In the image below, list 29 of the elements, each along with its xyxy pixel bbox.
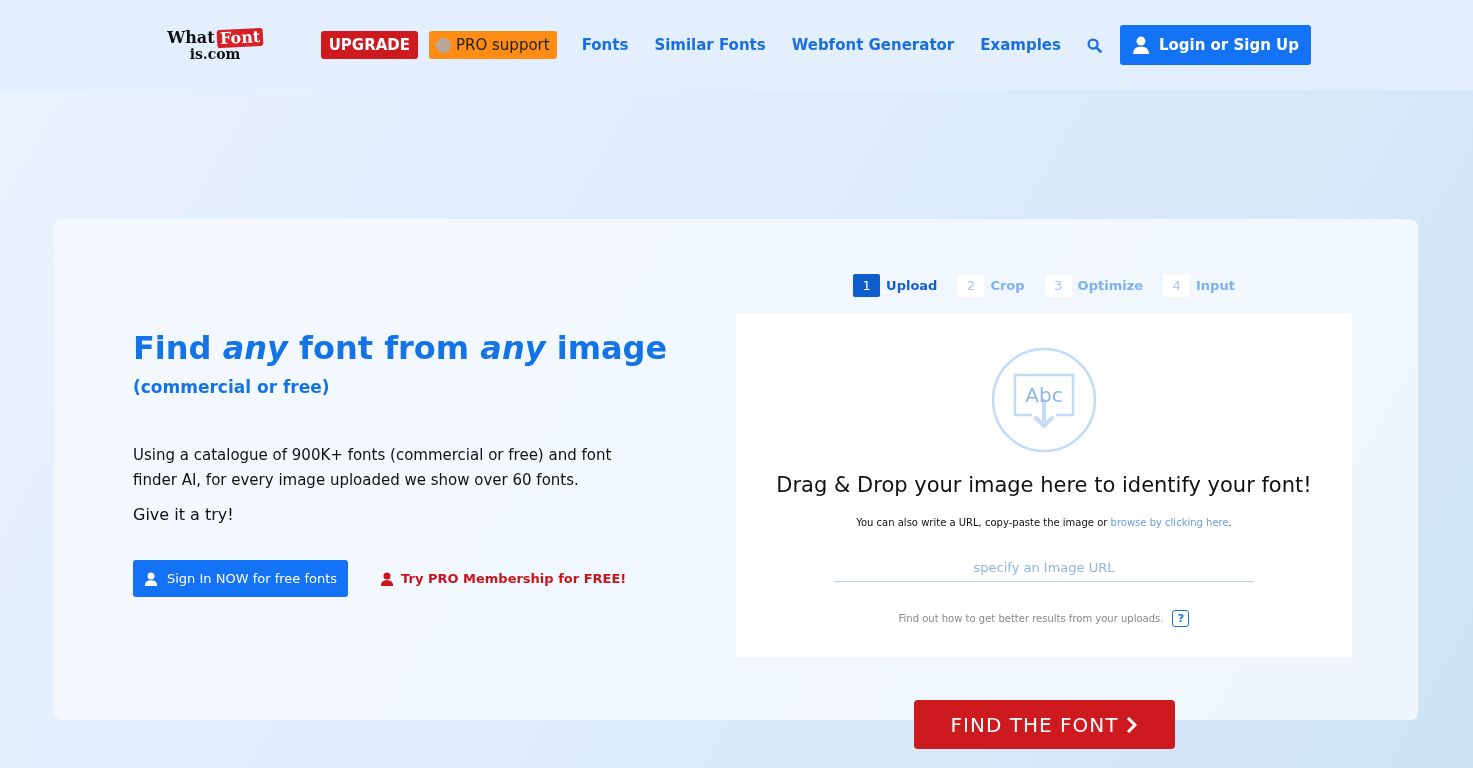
nav-link[interactable]: Similar Fonts bbox=[654, 36, 766, 54]
headline: Find any font from any image bbox=[133, 329, 669, 367]
description: Using a catalogue of 900K+ fonts (commercial or free) and font finder AI, for every image uploaded we show over 60 fonts. bbox=[133, 445, 613, 491]
try-pro-link[interactable]: Try PRO Membership for FREE! bbox=[380, 571, 627, 586]
help-button[interactable]: ? bbox=[1172, 610, 1190, 627]
sign-in-button[interactable]: Sign In NOW for free fonts bbox=[133, 560, 349, 597]
nav-link[interactable]: Examples bbox=[980, 36, 1061, 54]
pro-support-button[interactable]: PRO support bbox=[429, 31, 557, 59]
user-icon bbox=[1131, 36, 1150, 54]
drop-title: Drag & Drop your image here to identify your font! bbox=[776, 473, 1312, 497]
chevron-icon bbox=[1126, 715, 1139, 734]
tips-text: Find out how to get better results from your uploads. bbox=[898, 613, 1164, 624]
upload-icon: Abc bbox=[991, 347, 1097, 453]
step-tab[interactable]: 1 Upload bbox=[853, 274, 938, 297]
url-field[interactable]: specify an Image URL bbox=[834, 554, 1254, 582]
nav-link[interactable]: Webfont Generator bbox=[791, 36, 955, 54]
user-icon bbox=[144, 571, 158, 586]
cta-text: Give it a try! bbox=[133, 505, 235, 524]
search-icon[interactable] bbox=[1086, 37, 1102, 53]
upgrade-button[interactable]: UPGRADE bbox=[320, 31, 418, 59]
subheadline: (commercial or free) bbox=[133, 377, 331, 397]
avatar-icon bbox=[436, 37, 451, 53]
login-button[interactable]: Login or Sign Up bbox=[1119, 25, 1311, 65]
find-font-button[interactable]: FIND THE FONT bbox=[914, 700, 1175, 749]
nav-link[interactable]: Fonts bbox=[581, 36, 629, 54]
logo[interactable]: What Font is.com bbox=[164, 29, 266, 61]
browse-link[interactable]: browse by clicking here bbox=[1110, 517, 1229, 528]
user-icon bbox=[380, 571, 395, 586]
upload-hint: You can also write a URL, copy-paste the image or browse by clicking here. bbox=[856, 517, 1232, 528]
